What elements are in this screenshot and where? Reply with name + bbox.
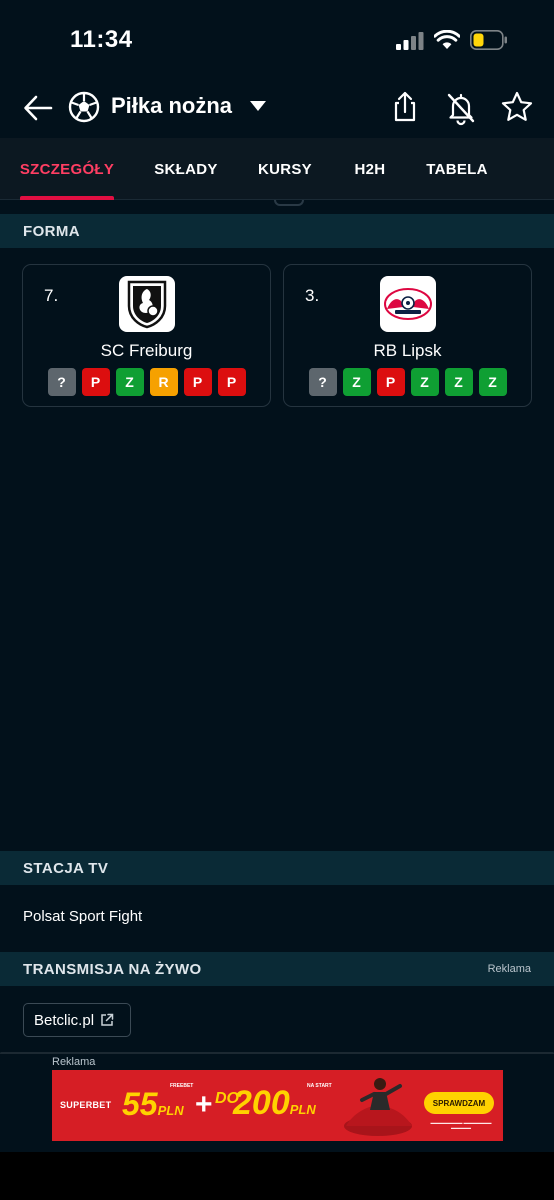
ad-plus: + xyxy=(195,1088,213,1121)
rb-leipzig-crest-icon xyxy=(380,276,436,332)
team-rank: 3. xyxy=(305,286,320,305)
sc-freiburg-crest-icon xyxy=(119,276,175,332)
tab-tabela[interactable]: TABELA xyxy=(424,138,490,200)
ad-brand: SUPERBET xyxy=(60,1100,112,1110)
wifi-icon xyxy=(434,30,460,49)
ad-amount-1-value: 55 xyxy=(122,1086,158,1122)
ad-amount-1: 55PLN xyxy=(122,1086,184,1123)
form-result-pill[interactable]: Z xyxy=(115,368,144,396)
link-label: Betclic.pl xyxy=(34,1011,95,1029)
app-bar: Piłka nożna xyxy=(0,82,554,138)
battery-icon xyxy=(470,30,507,50)
ad-amount-2: 200PLN xyxy=(233,1084,316,1123)
tab-bar: SZCZEGÓŁY SKŁADY KURSY H2H TABELA xyxy=(0,138,554,200)
ad-currency-1: PLN xyxy=(157,1103,184,1118)
ad-cta-button[interactable]: SPRAWDZAM xyxy=(424,1092,494,1114)
form-result-pill[interactable]: R xyxy=(149,368,178,396)
ad-amount-2-value: 200 xyxy=(233,1084,290,1122)
form-result-pill[interactable]: Z xyxy=(478,368,507,396)
star-icon xyxy=(501,91,533,121)
form-result-pill[interactable]: ? xyxy=(47,368,76,396)
form-result-pill[interactable]: P xyxy=(217,368,246,396)
sponsored-label: Reklama xyxy=(487,963,531,975)
section-header-live: TRANSMISJA NA ŻYWO Reklama xyxy=(0,952,554,986)
scrolled-content-fragment xyxy=(274,200,304,206)
status-time: 11:34 xyxy=(70,26,133,53)
form-results: ? P Z R P P xyxy=(23,368,270,396)
section-header-tv: STACJA TV xyxy=(0,851,554,885)
team-name: SC Freiburg xyxy=(100,341,193,360)
form-result-pill[interactable]: ? xyxy=(308,368,337,396)
favorite-button[interactable] xyxy=(498,88,536,126)
form-results: ? Z P Z Z Z xyxy=(284,368,531,396)
cellular-signal-icon xyxy=(396,32,424,50)
external-link-icon xyxy=(101,1013,114,1026)
tab-sklady[interactable]: SKŁADY xyxy=(150,138,222,200)
status-bar: 11:34 xyxy=(0,0,554,82)
form-result-pill[interactable]: P xyxy=(376,368,405,396)
team-form-card-home[interactable]: 7. SC Freiburg ? P Z R P P xyxy=(22,264,271,407)
form-result-pill[interactable]: Z xyxy=(410,368,439,396)
section-header-form: FORMA xyxy=(0,214,554,248)
soccer-ball-icon xyxy=(68,91,100,123)
form-result-pill[interactable]: P xyxy=(81,368,110,396)
team-name: RB Lipsk xyxy=(373,341,442,360)
team-form-card-away[interactable]: 3. RB Lipsk ? Z P Z Z Z xyxy=(283,264,532,407)
tv-station-name: Polsat Sport Fight xyxy=(23,908,143,925)
tab-h2h[interactable]: H2H xyxy=(350,138,390,200)
ad-fine-print-decor: ▬▬▬▬▬▬▬▬ ▬▬▬▬▬▬▬ ▬▬▬▬▬ xyxy=(430,1120,492,1130)
bell-off-icon xyxy=(447,93,475,126)
team-rank: 7. xyxy=(44,286,59,305)
form-result-pill[interactable]: Z xyxy=(342,368,371,396)
form-result-pill[interactable]: P xyxy=(183,368,212,396)
ad-banner[interactable]: SUPERBET FREEBET 55PLN + DO NA START 200… xyxy=(52,1070,503,1141)
bottom-safe-area xyxy=(0,1152,554,1200)
betclic-link-button[interactable]: Betclic.pl xyxy=(23,1003,131,1037)
notifications-button[interactable] xyxy=(442,88,480,126)
form-result-pill[interactable]: Z xyxy=(444,368,473,396)
arrow-left-icon xyxy=(24,95,53,121)
chevron-down-icon[interactable] xyxy=(248,98,268,114)
live-section-title: TRANSMISJA NA ŻYWO xyxy=(23,960,202,978)
ad-currency-2: PLN xyxy=(289,1102,316,1117)
share-button[interactable] xyxy=(386,88,424,126)
share-icon xyxy=(394,91,416,122)
back-button[interactable] xyxy=(18,88,58,128)
tab-kursy[interactable]: KURSY xyxy=(254,138,316,200)
ad-player-illustration xyxy=(344,1078,412,1136)
tab-szczegoly[interactable]: SZCZEGÓŁY xyxy=(20,138,114,200)
sport-title[interactable]: Piłka nożna xyxy=(111,93,232,119)
ad-label: Reklama xyxy=(52,1056,96,1068)
